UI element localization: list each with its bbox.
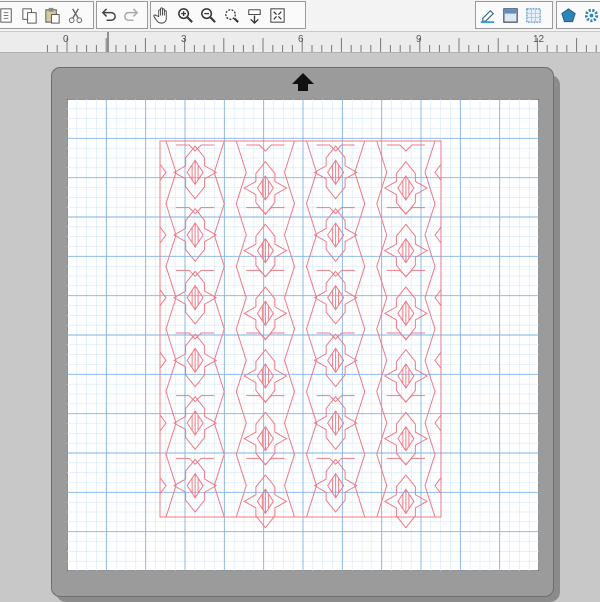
- ruler-label-0: 0: [63, 34, 69, 45]
- pan-hand-icon[interactable]: [151, 3, 174, 27]
- view-group: [150, 1, 306, 29]
- history-group: [96, 1, 148, 29]
- fit-to-page-icon[interactable]: [266, 3, 289, 27]
- cut-area-grid[interactable]: [67, 99, 539, 571]
- tools-group: [556, 1, 600, 29]
- cut-scissors-icon[interactable]: [64, 3, 87, 27]
- ruler-label-6: 6: [298, 34, 304, 45]
- redo-icon[interactable]: [120, 3, 143, 27]
- shape-pentagon-icon[interactable]: [557, 3, 580, 27]
- line-style-icon[interactable]: [476, 3, 499, 27]
- panels-group: [475, 1, 553, 29]
- horizontal-ruler[interactable]: 0 3 6 9 12: [0, 32, 600, 53]
- ruler-label-12: 12: [533, 34, 545, 45]
- clipboard-group: [0, 1, 94, 29]
- settings-gear-icon[interactable]: [580, 3, 600, 27]
- zoom-in-icon[interactable]: [174, 3, 197, 27]
- zoom-selected-icon[interactable]: [243, 3, 266, 27]
- zoom-out-icon[interactable]: [197, 3, 220, 27]
- undo-icon[interactable]: [97, 3, 120, 27]
- fill-icon[interactable]: [499, 3, 522, 27]
- copy-icon[interactable]: [18, 3, 41, 27]
- select-all-icon[interactable]: [0, 3, 18, 27]
- zoom-fit-icon[interactable]: [220, 3, 243, 27]
- feed-direction-arrow-icon: [292, 73, 314, 91]
- page-setup-icon[interactable]: [522, 3, 545, 27]
- paste-icon[interactable]: [41, 3, 64, 27]
- ruler-label-9: 9: [416, 34, 422, 45]
- ruler-label-3: 3: [181, 34, 187, 45]
- toolbar: [0, 0, 600, 32]
